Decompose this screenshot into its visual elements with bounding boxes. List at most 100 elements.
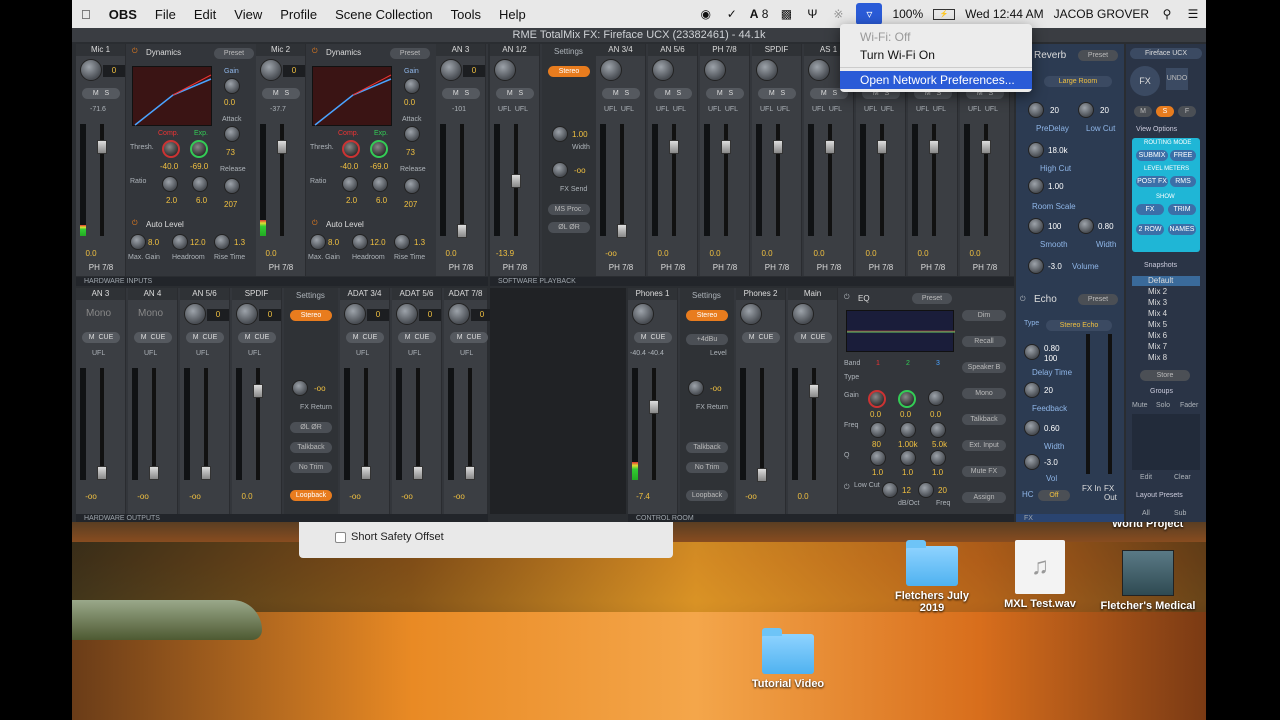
fader-handle[interactable] — [669, 140, 679, 154]
menu-view[interactable]: View — [225, 7, 271, 22]
release-knob[interactable] — [404, 178, 420, 194]
eq-gain-knob-3[interactable] — [928, 390, 944, 406]
max-gain-knob[interactable] — [310, 234, 326, 250]
eq-freq-knob-2[interactable] — [900, 422, 916, 438]
notification-center-icon[interactable]: ☰ — [1185, 6, 1201, 22]
mute-solo-buttons[interactable]: M S — [758, 88, 796, 99]
dyn-gain-knob[interactable] — [404, 78, 420, 94]
attack-knob[interactable] — [224, 126, 240, 142]
show-trim-button[interactable]: TRIM — [1168, 204, 1196, 215]
volume-knob[interactable] — [184, 303, 206, 325]
menu-edit[interactable]: Edit — [185, 7, 225, 22]
battery-icon[interactable]: ⚡ — [933, 8, 956, 20]
mute-solo-buttons[interactable]: M S — [82, 88, 120, 99]
volume-knob[interactable] — [236, 303, 258, 325]
dyn-gain-knob[interactable] — [224, 78, 240, 94]
thresh-exp-knob[interactable] — [190, 140, 208, 158]
mute-cue-buttons[interactable]: M CUE — [186, 332, 224, 343]
cr-button-speaker-b[interactable]: Speaker B — [962, 362, 1006, 373]
open-network-preferences-item[interactable]: Open Network Preferences... — [840, 71, 1032, 89]
mute-solo-buttons[interactable]: M S — [442, 88, 480, 99]
volume-knob[interactable] — [448, 303, 470, 325]
fader-handle[interactable] — [773, 140, 783, 154]
fader-handle[interactable] — [361, 466, 371, 480]
ratio-comp-knob[interactable] — [162, 176, 178, 192]
snapshot-item[interactable]: Mix 2 — [1132, 287, 1200, 297]
eq-q-knob-2[interactable] — [900, 450, 916, 466]
snapshot-item[interactable]: Default — [1132, 276, 1200, 286]
layout-sub-button[interactable]: Sub — [1174, 510, 1186, 517]
echo-width-knob[interactable] — [1024, 420, 1040, 436]
fader-handle[interactable] — [617, 224, 627, 238]
snapshot-item[interactable]: Mix 7 — [1132, 342, 1200, 352]
delay-knob[interactable] — [1024, 344, 1040, 360]
mute-solo-buttons[interactable]: M S — [654, 88, 692, 99]
volume-knob[interactable] — [740, 303, 762, 325]
echo-vol-knob[interactable] — [1024, 454, 1040, 470]
reverb-width-knob[interactable] — [1078, 218, 1094, 234]
no-trim-button[interactable]: No Trim — [290, 462, 332, 473]
group-clear-button[interactable]: Clear — [1174, 474, 1191, 481]
clock[interactable]: Wed 12:44 AM — [965, 7, 1044, 21]
fx-toggle-button[interactable]: FX — [1130, 66, 1160, 96]
fader-handle[interactable] — [149, 466, 159, 480]
volume-knob[interactable] — [632, 303, 654, 325]
user-name[interactable]: JACOB GROVER — [1054, 7, 1149, 21]
mute-cue-buttons[interactable]: M CUE — [238, 332, 276, 343]
mute-cue-buttons[interactable]: M CUE — [742, 332, 780, 343]
highcut-knob[interactable] — [1028, 142, 1044, 158]
routing-label[interactable]: PH 7/8 — [76, 263, 126, 272]
reverb-volume-knob[interactable] — [1028, 258, 1044, 274]
snapshot-item[interactable]: Mix 3 — [1132, 298, 1200, 308]
feedback-knob[interactable] — [1024, 382, 1040, 398]
dynamics-preset[interactable]: Preset — [214, 48, 254, 59]
fx-out-fader[interactable] — [1108, 334, 1112, 474]
pan-knob[interactable] — [652, 59, 674, 81]
ms-proc-button[interactable]: MS Proc. — [548, 204, 590, 215]
lowcut-power-icon[interactable]: ⏻ — [844, 484, 850, 492]
reverb-lowcut-knob[interactable] — [1078, 102, 1094, 118]
mute-cue-buttons[interactable]: M CUE — [82, 332, 120, 343]
master-s-button[interactable]: S — [1156, 106, 1174, 117]
snapshot-item[interactable]: Mix 5 — [1132, 320, 1200, 330]
desktop-icon-fletchers-medical[interactable]: Fletcher's Medical — [1098, 550, 1198, 612]
fader-handle[interactable] — [721, 140, 731, 154]
vpn-icon[interactable]: ▩ — [778, 6, 794, 22]
bluetooth-icon[interactable]: ※ — [830, 6, 846, 22]
fader-handle[interactable] — [465, 466, 475, 480]
fx-send-knob[interactable] — [552, 162, 568, 178]
spotlight-search-icon[interactable]: ⚲ — [1159, 6, 1175, 22]
thresh-comp-knob[interactable] — [342, 140, 360, 158]
cr-button-talkback[interactable]: Talkback — [962, 414, 1006, 425]
fader-handle[interactable] — [457, 224, 467, 238]
ratio-exp-knob[interactable] — [372, 176, 388, 192]
free-button[interactable]: FREE — [1170, 150, 1196, 161]
mute-solo-buttons[interactable]: M S — [496, 88, 534, 99]
roomscale-knob[interactable] — [1028, 178, 1044, 194]
menu-tools[interactable]: Tools — [442, 7, 490, 22]
cr-button-dim[interactable]: Dim — [962, 310, 1006, 321]
routing-label[interactable]: PH 7/8 — [856, 263, 906, 272]
fader-handle[interactable] — [201, 466, 211, 480]
master-m-button[interactable]: M — [1134, 106, 1152, 117]
fader-handle[interactable] — [413, 466, 423, 480]
two-row-button[interactable]: 2 ROW — [1136, 224, 1164, 235]
fader-handle[interactable] — [97, 140, 107, 154]
ratio-exp-knob[interactable] — [192, 176, 208, 192]
echo-preset[interactable]: Preset — [1078, 294, 1118, 305]
menu-profile[interactable]: Profile — [271, 7, 326, 22]
routing-label[interactable]: PH 7/8 — [960, 263, 1010, 272]
antenna-icon[interactable]: Ψ — [804, 6, 820, 22]
rms-button[interactable]: RMS — [1170, 176, 1196, 187]
fader-handle[interactable] — [825, 140, 835, 154]
menu-file[interactable]: File — [146, 7, 185, 22]
eq-q-knob-3[interactable] — [930, 450, 946, 466]
echo-type-select[interactable]: Stereo Echo — [1046, 320, 1112, 331]
no-trim-button[interactable]: No Trim — [686, 462, 728, 473]
phase-buttons[interactable]: ØL ØR — [548, 222, 590, 233]
routing-label[interactable]: PH 7/8 — [596, 263, 646, 272]
reverb-preset[interactable]: Preset — [1078, 50, 1118, 61]
layout-all-button[interactable]: All — [1142, 510, 1150, 517]
gain-knob[interactable] — [80, 59, 102, 81]
pan-knob[interactable] — [704, 59, 726, 81]
